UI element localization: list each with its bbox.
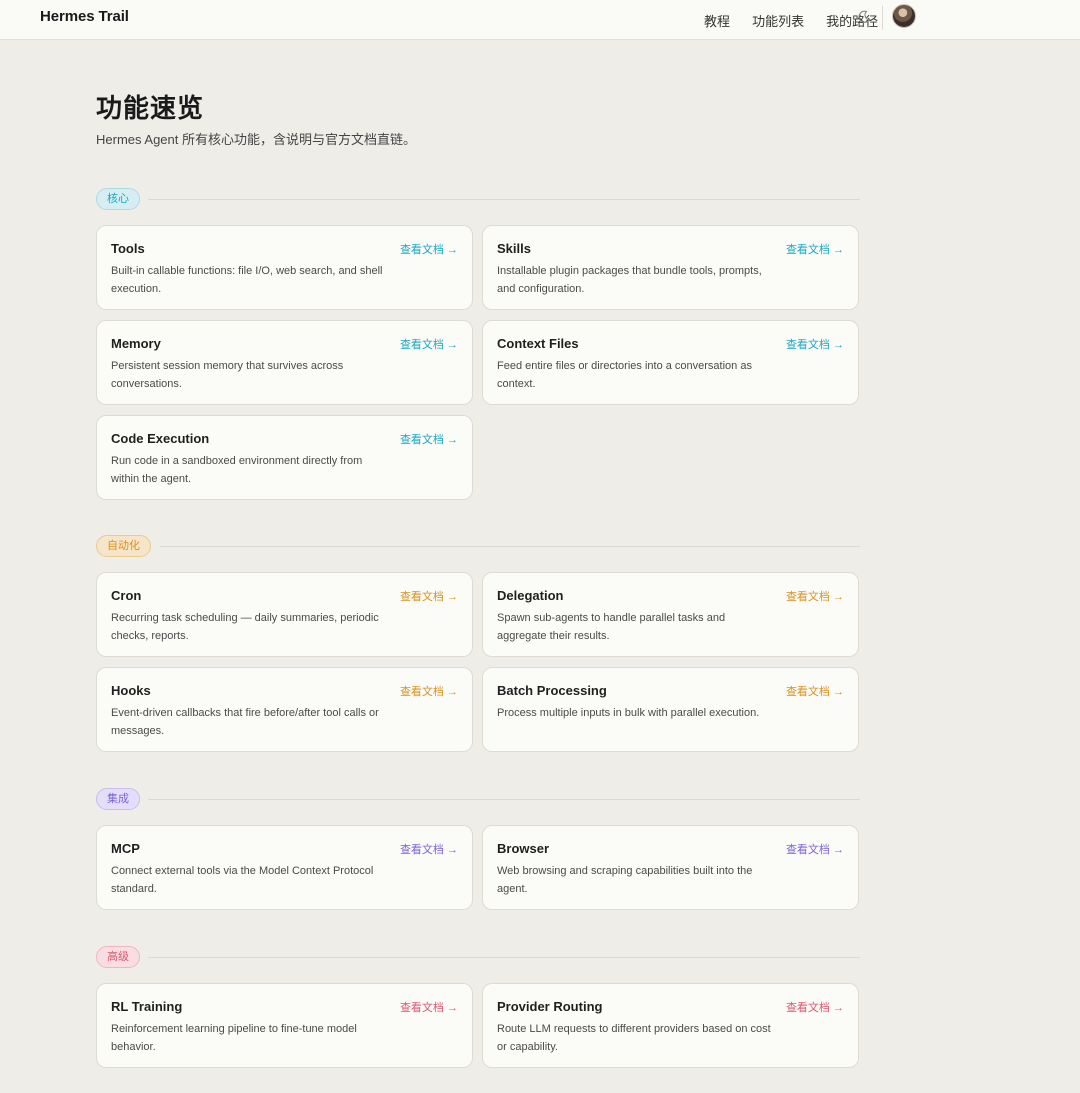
feature-card-description: Connect external tools via the Model Con… [111, 865, 374, 895]
top-navbar: Hermes Trail 教程 功能列表 我的路径 EN [0, 0, 1080, 40]
view-docs-link[interactable]: 查看文档 → [786, 999, 844, 1015]
view-docs-link[interactable]: 查看文档 → [400, 336, 458, 352]
nav-feature-list[interactable]: 功能列表 [752, 11, 804, 30]
feature-card[interactable]: Skills Installable plugin packages that b… [482, 225, 859, 310]
section-header-automation: 自动化 [96, 535, 860, 557]
feature-card-description: Persistent session memory that survives … [111, 360, 344, 390]
page-subtitle: Hermes Agent 所有核心功能，含说明与官方文档直链。 [96, 132, 416, 147]
feature-card[interactable]: Cron Recurring task scheduling — daily su… [96, 572, 473, 657]
section-divider [148, 957, 860, 958]
section-header-integration: 集成 [96, 788, 860, 810]
view-docs-link[interactable]: 查看文档 → [786, 683, 844, 699]
feature-card-description: Run code in a sandboxed environment dire… [111, 455, 363, 485]
section-pill-integration: 集成 [96, 788, 140, 810]
feature-card-title: Cron [111, 588, 142, 603]
section-divider [148, 799, 860, 800]
feature-card[interactable]: Context Files Feed entire files or direct… [482, 320, 859, 405]
feature-card-title: Batch Processing [497, 683, 607, 698]
feature-card-title: Hooks [111, 683, 151, 698]
feature-card[interactable]: Code Execution Run code in a sandboxed en… [96, 415, 473, 500]
feature-card-title: Memory [111, 336, 161, 351]
view-docs-link[interactable]: 查看文档 → [786, 841, 844, 857]
feature-card-description: Reinforcement learning pipeline to fine-… [111, 1023, 357, 1053]
view-docs-link[interactable]: 查看文档 → [400, 683, 458, 699]
nav-tutorial[interactable]: 教程 [704, 11, 730, 30]
section-divider [148, 199, 860, 200]
view-docs-link[interactable]: 查看文档 → [400, 841, 458, 857]
page-title: 功能速览 [96, 93, 205, 123]
feature-card-title: RL Training [111, 999, 183, 1014]
feature-card-title: Provider Routing [497, 999, 603, 1014]
feature-card-description: Built-in callable functions: file I/O, w… [111, 265, 383, 295]
feature-card-title: Delegation [497, 588, 564, 603]
view-docs-link[interactable]: 查看文档 → [400, 999, 458, 1015]
feature-card-title: Code Execution [111, 431, 210, 446]
feature-card-title: Browser [497, 841, 550, 856]
feature-card-title: Context Files [497, 336, 579, 351]
section-pill-advanced: 高级 [96, 946, 140, 968]
feature-card-description: Web browsing and scraping capabilities b… [497, 865, 753, 895]
feature-card[interactable]: Tools Built-in callable functions: file I… [96, 225, 473, 310]
section-header-core: 核心 [96, 188, 860, 210]
feature-card[interactable]: RL Training Reinforcement learning pipeli… [96, 983, 473, 1068]
feature-card[interactable]: Memory Persistent session memory that sur… [96, 320, 473, 405]
feature-card-title: MCP [111, 841, 140, 856]
feature-card-description: Recurring task scheduling — daily summar… [111, 612, 379, 642]
feature-card[interactable]: Batch Processing Process multiple inputs … [482, 667, 859, 752]
view-docs-link[interactable]: 查看文档 → [786, 241, 844, 257]
feature-card-description: Event-driven callbacks that fire before/… [111, 707, 379, 737]
moon-icon[interactable] [856, 9, 872, 25]
feature-card-title: Skills [497, 241, 531, 256]
feature-card-description: Installable plugin packages that bundle … [497, 265, 762, 295]
view-docs-link[interactable]: 查看文档 → [400, 588, 458, 604]
section-pill-core: 核心 [96, 188, 140, 210]
feature-card-description: Route LLM requests to different provider… [497, 1023, 771, 1053]
brand-logo[interactable]: Hermes Trail [40, 8, 129, 25]
view-docs-link[interactable]: 查看文档 → [400, 431, 458, 447]
view-docs-link[interactable]: 查看文档 → [786, 588, 844, 604]
feature-card-title: Tools [111, 241, 145, 256]
nav-links: 教程 功能列表 我的路径 EN [704, 0, 916, 40]
feature-card-description: Spawn sub-agents to handle parallel task… [497, 612, 726, 642]
view-docs-link[interactable]: 查看文档 → [400, 241, 458, 257]
feature-card[interactable]: Delegation Spawn sub-agents to handle par… [482, 572, 859, 657]
feature-card[interactable]: Browser Web browsing and scraping capabil… [482, 825, 859, 910]
feature-card-description: Process multiple inputs in bulk with par… [497, 707, 760, 719]
user-avatar[interactable] [892, 4, 916, 28]
feature-card-description: Feed entire files or directories into a … [497, 360, 752, 390]
view-docs-link[interactable]: 查看文档 → [786, 336, 844, 352]
section-pill-automation: 自动化 [96, 535, 151, 557]
header-divider [882, 6, 883, 30]
feature-card[interactable]: MCP Connect external tools via the Model … [96, 825, 473, 910]
feature-card[interactable]: Hooks Event-driven callbacks that fire be… [96, 667, 473, 752]
feature-card[interactable]: Provider Routing Route LLM requests to di… [482, 983, 859, 1068]
section-divider [160, 546, 860, 547]
section-header-advanced: 高级 [96, 946, 860, 968]
